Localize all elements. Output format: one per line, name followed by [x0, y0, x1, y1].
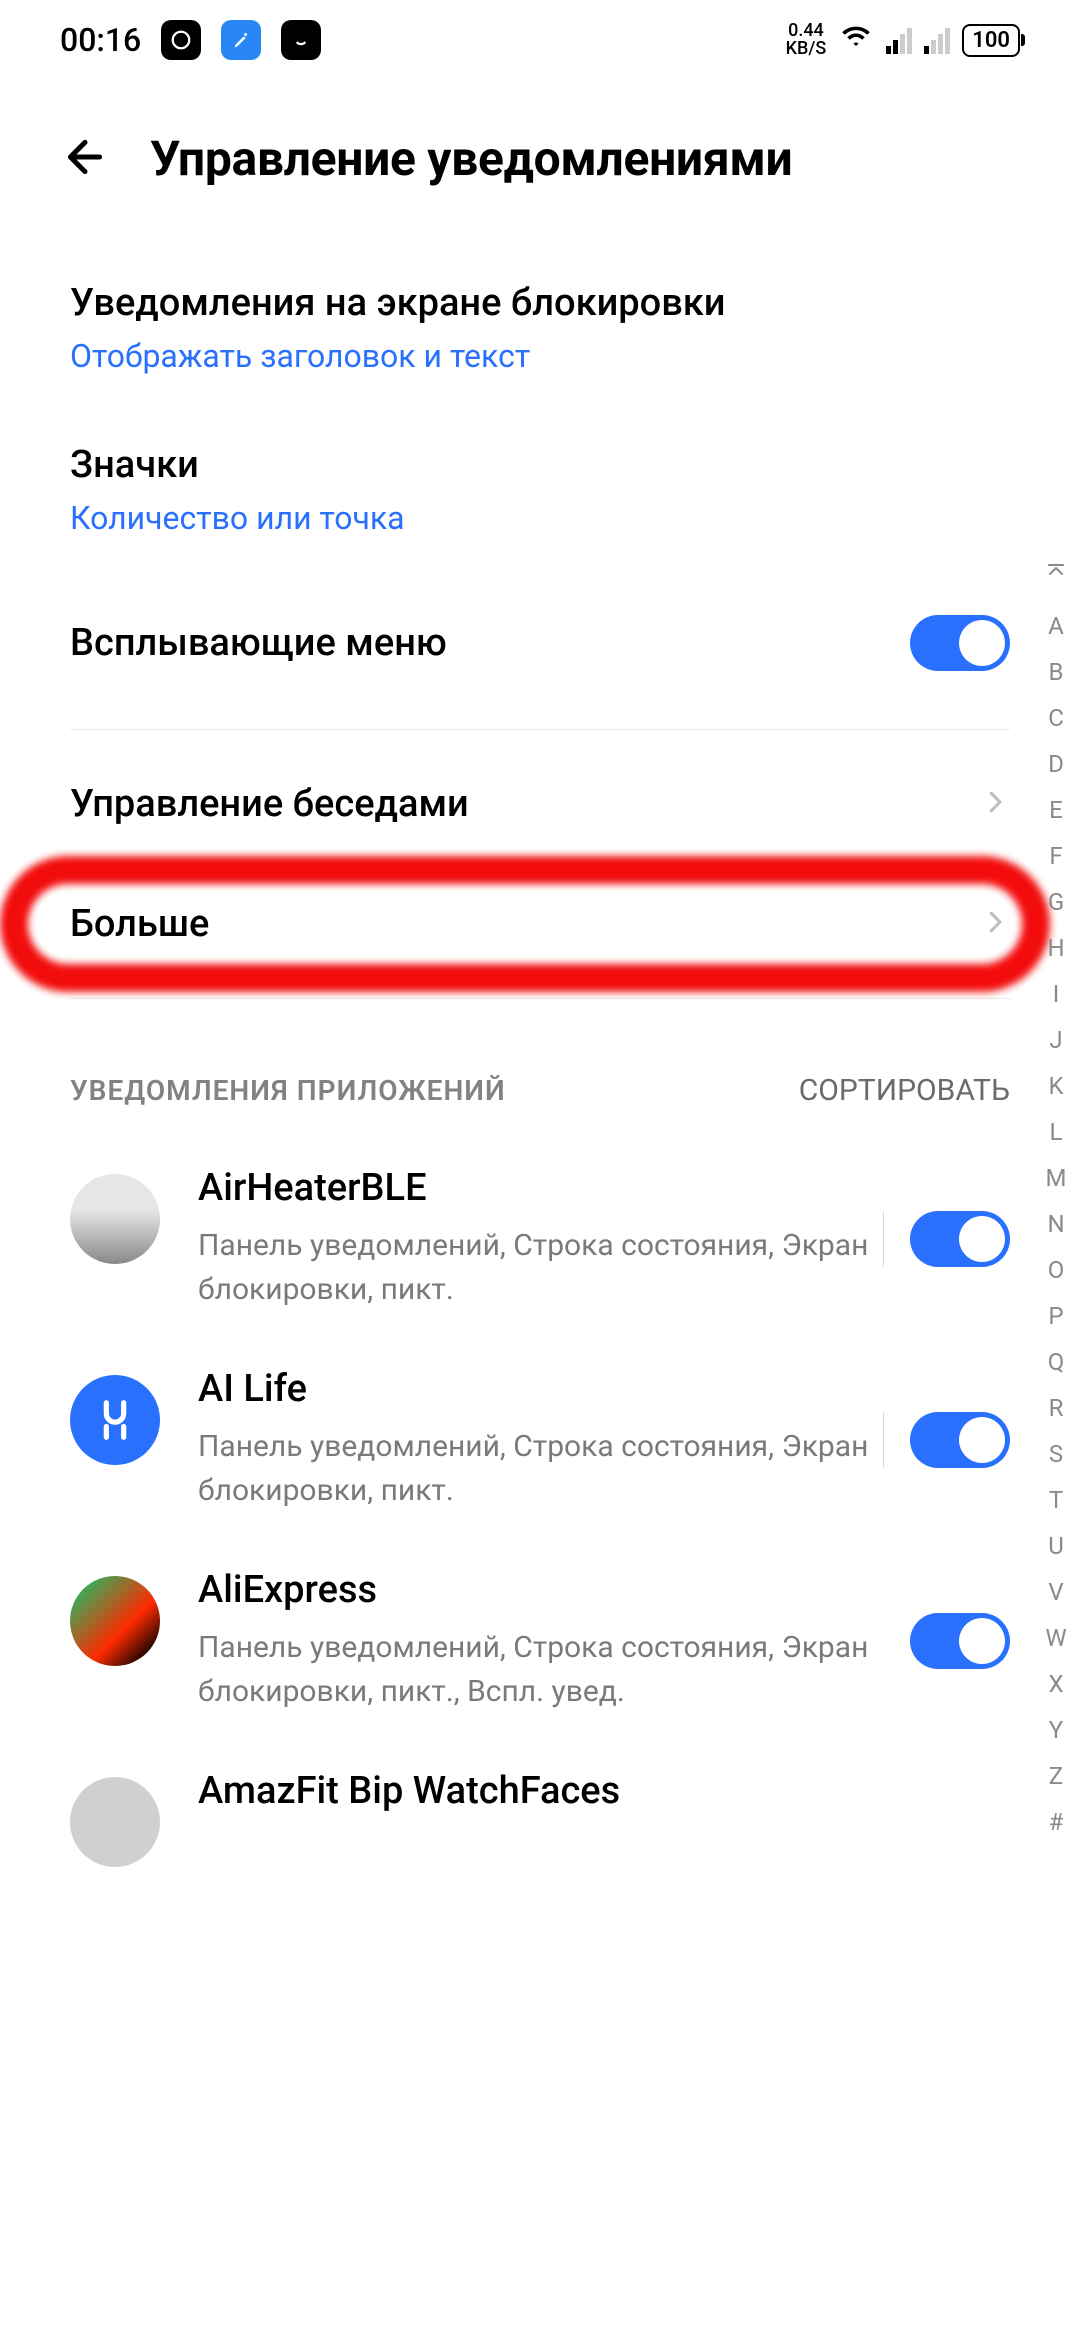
app-toggle-wrap: [883, 1211, 1010, 1267]
page-header: Управление уведомлениями: [0, 80, 1080, 247]
app-desc: Панель уведомлений, Строка состояния, Эк…: [198, 1626, 880, 1713]
alpha-letter[interactable]: H: [1047, 934, 1064, 962]
app-row[interactable]: AmazFit Bip WatchFaces: [70, 1741, 1010, 1895]
alpha-letter[interactable]: V: [1048, 1578, 1063, 1606]
alpha-letter[interactable]: Y: [1049, 1716, 1063, 1744]
app-icon: [70, 1777, 160, 1867]
app-desc: Панель уведомлений, Строка состояния, Эк…: [198, 1224, 880, 1311]
app-indicator-icon-1: [161, 20, 201, 60]
alpha-letter[interactable]: C: [1048, 704, 1064, 732]
alpha-letter[interactable]: P: [1048, 1302, 1063, 1330]
app-icon: [70, 1576, 160, 1666]
alpha-letter[interactable]: U: [1048, 1532, 1064, 1560]
app-text: AmazFit Bip WatchFaces: [198, 1769, 1010, 1827]
app-icon: [70, 1174, 160, 1264]
setting-lock-screen-title: Уведомления на экране блокировки: [70, 281, 1010, 325]
alpha-letter[interactable]: S: [1049, 1440, 1063, 1468]
alpha-letter[interactable]: R: [1049, 1394, 1064, 1422]
app-toggle[interactable]: [910, 1412, 1010, 1468]
app-row[interactable]: AI Life Панель уведомлений, Строка состоя…: [70, 1339, 1010, 1540]
status-left: 00:16: [60, 20, 321, 60]
alpha-letter[interactable]: D: [1048, 750, 1064, 778]
scroll-top-icon[interactable]: [1044, 560, 1068, 590]
alpha-letter[interactable]: #: [1049, 1808, 1064, 1836]
alpha-letter[interactable]: G: [1048, 888, 1064, 916]
divider: [70, 998, 1010, 999]
alpha-letter[interactable]: E: [1049, 796, 1063, 824]
alpha-letter[interactable]: Z: [1049, 1762, 1063, 1790]
alpha-letter[interactable]: F: [1049, 842, 1062, 870]
setting-popup-title: Всплывающие меню: [70, 621, 447, 665]
app-icon: [70, 1375, 160, 1465]
app-name: AliExpress: [198, 1568, 880, 1612]
signal-icon-2: [924, 26, 950, 54]
chevron-right-icon: [980, 907, 1010, 941]
alpha-letter[interactable]: I: [1053, 980, 1060, 1008]
alpha-letter[interactable]: A: [1048, 612, 1064, 640]
alpha-letter[interactable]: M: [1046, 1164, 1067, 1192]
alpha-letter[interactable]: X: [1048, 1670, 1063, 1698]
app-toggle[interactable]: [910, 1211, 1010, 1267]
divider: [70, 729, 1010, 730]
alpha-index[interactable]: ABCDEFGHIJKLMNOPQRSTUVWXYZ #: [1044, 560, 1068, 1836]
setting-popup[interactable]: Всплывающие меню: [70, 571, 1010, 715]
back-icon[interactable]: [60, 132, 110, 186]
setting-badges-sub: Количество или точка: [70, 499, 1010, 537]
setting-more-title: Больше: [70, 902, 209, 946]
status-bar: 00:16 0.44 KB/S 100: [0, 0, 1080, 80]
setting-badges[interactable]: Значки Количество или точка: [70, 409, 1010, 571]
setting-conversations-title: Управление беседами: [70, 782, 469, 826]
alpha-letter[interactable]: O: [1048, 1256, 1065, 1284]
setting-badges-title: Значки: [70, 443, 1010, 487]
alpha-letter[interactable]: T: [1049, 1486, 1063, 1514]
status-right: 0.44 KB/S 100: [786, 21, 1020, 59]
apps-section-label: УВЕДОМЛЕНИЯ ПРИЛОЖЕНИЙ: [70, 1074, 506, 1107]
app-name: AirHeaterBLE: [198, 1166, 880, 1210]
content: Уведомления на экране блокировки Отображ…: [0, 247, 1080, 1895]
network-speed: 0.44 KB/S: [786, 22, 827, 58]
signal-icon-1: [886, 26, 912, 54]
page-title: Управление уведомлениями: [150, 130, 792, 187]
app-name: AI Life: [198, 1367, 880, 1411]
alpha-letter[interactable]: W: [1045, 1624, 1066, 1652]
sort-button[interactable]: СОРТИРОВАТЬ: [799, 1073, 1010, 1108]
app-indicator-icon-2: [221, 20, 261, 60]
alpha-letter[interactable]: N: [1047, 1210, 1064, 1238]
app-row[interactable]: AliExpress Панель уведомлений, Строка сос…: [70, 1540, 1010, 1741]
app-toggle-wrap: [884, 1613, 1010, 1669]
app-desc: Панель уведомлений, Строка состояния, Эк…: [198, 1425, 880, 1512]
wifi-icon: [838, 21, 874, 59]
setting-more[interactable]: Больше: [70, 864, 1010, 984]
alpha-letter[interactable]: K: [1048, 1072, 1063, 1100]
setting-conversations[interactable]: Управление беседами: [70, 744, 1010, 864]
apps-section-header: УВЕДОМЛЕНИЯ ПРИЛОЖЕНИЙ СОРТИРОВАТЬ: [70, 1013, 1010, 1138]
app-toggle[interactable]: [910, 1613, 1010, 1669]
setting-lock-screen-sub: Отображать заголовок и текст: [70, 337, 1010, 375]
alpha-letter[interactable]: B: [1049, 658, 1064, 686]
app-name: AmazFit Bip WatchFaces: [198, 1769, 880, 1813]
setting-lock-screen[interactable]: Уведомления на экране блокировки Отображ…: [70, 247, 1010, 409]
app-row[interactable]: AirHeaterBLE Панель уведомлений, Строка с…: [70, 1138, 1010, 1339]
popup-toggle[interactable]: [910, 615, 1010, 671]
alpha-letter[interactable]: Q: [1048, 1348, 1065, 1376]
battery-indicator: 100: [962, 24, 1020, 57]
alpha-letter[interactable]: J: [1049, 1026, 1062, 1054]
apps-list: AirHeaterBLE Панель уведомлений, Строка с…: [70, 1138, 1010, 1895]
chevron-right-icon: [980, 787, 1010, 821]
alpha-letter[interactable]: L: [1050, 1118, 1063, 1146]
app-indicator-icon-3: [281, 20, 321, 60]
app-toggle-wrap: [883, 1412, 1010, 1468]
status-time: 00:16: [60, 21, 141, 59]
